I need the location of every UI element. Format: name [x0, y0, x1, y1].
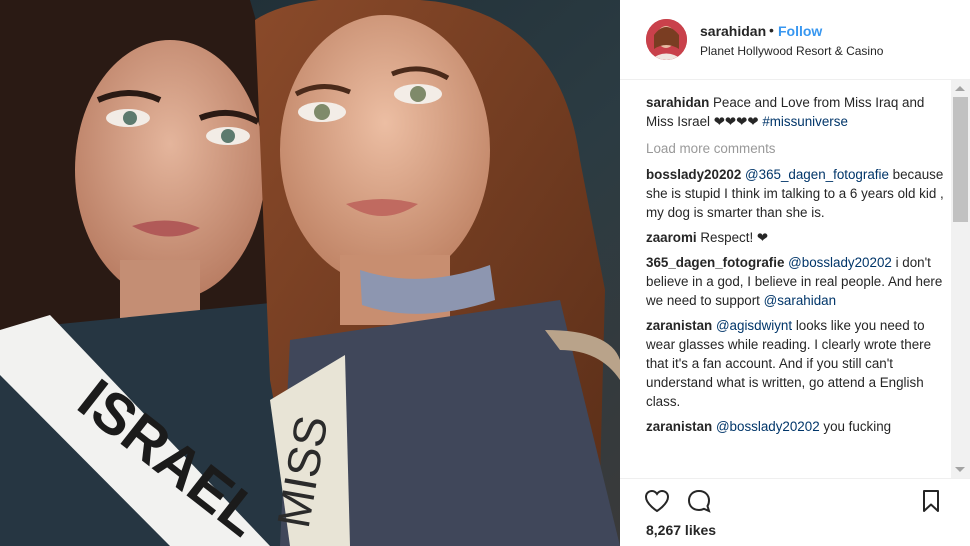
comment-item: zaranistan @bosslady20202 you fucking: [646, 417, 946, 436]
comment-mention[interactable]: @bosslady20202: [716, 419, 820, 434]
caption-hashtag[interactable]: #missuniverse: [762, 114, 848, 129]
comment-mention-secondary[interactable]: @sarahidan: [764, 293, 836, 308]
comment-item: zaranistan @agisdwiynt looks like you ne…: [646, 316, 946, 411]
comment-item: 365_dagen_fotografie @bosslady20202 i do…: [646, 253, 946, 310]
bookmark-icon: [923, 490, 939, 512]
scroll-down-arrow-icon[interactable]: [955, 467, 965, 472]
scrollbar-thumb[interactable]: [953, 97, 968, 222]
comment-icon: [687, 489, 711, 513]
location-link[interactable]: Planet Hollywood Resort & Casino: [700, 44, 883, 58]
avatar[interactable]: [646, 19, 687, 60]
save-button[interactable]: [920, 489, 942, 518]
comment-mention[interactable]: @bosslady20202: [788, 255, 892, 270]
separator-dot: •: [769, 22, 774, 38]
avatar-image: [646, 19, 687, 60]
comment-item: bosslady20202 @365_dagen_fotografie beca…: [646, 165, 946, 222]
username[interactable]: sarahidan: [700, 23, 766, 39]
comment-item: zaaromi Respect! ❤: [646, 228, 946, 247]
comment-button[interactable]: [686, 489, 712, 518]
post-header: sarahidan • Follow Planet Hollywood Reso…: [620, 0, 970, 80]
selfie-image: ISRAEL MISS: [0, 0, 620, 546]
comment-text: Respect! ❤: [696, 230, 769, 245]
load-more-comments-button[interactable]: Load more comments: [646, 139, 946, 158]
heart-icon: [644, 489, 670, 513]
post-photo[interactable]: ISRAEL MISS: [0, 0, 620, 546]
scroll-up-arrow-icon[interactable]: [955, 86, 965, 91]
comment-username[interactable]: zaranistan: [646, 318, 712, 333]
comment-username[interactable]: zaaromi: [646, 230, 697, 245]
post-sidebar: sarahidan • Follow Planet Hollywood Reso…: [620, 0, 970, 546]
follow-button[interactable]: Follow: [778, 23, 822, 39]
caption-username[interactable]: sarahidan: [646, 95, 709, 110]
comments-list: sarahidan Peace and Love from Miss Iraq …: [646, 93, 946, 473]
comment-mention[interactable]: @agisdwiynt: [716, 318, 792, 333]
comment-username[interactable]: 365_dagen_fotografie: [646, 255, 784, 270]
comment-username[interactable]: zaranistan: [646, 419, 712, 434]
post-actions: 8,267 likes: [620, 478, 970, 546]
likes-count[interactable]: 8,267 likes: [646, 522, 716, 538]
comment-mention[interactable]: @365_dagen_fotografie: [745, 167, 889, 182]
caption: sarahidan Peace and Love from Miss Iraq …: [646, 93, 946, 131]
like-button[interactable]: [644, 489, 670, 518]
comment-text: you fucking: [819, 419, 892, 434]
comment-username[interactable]: bosslady20202: [646, 167, 741, 182]
